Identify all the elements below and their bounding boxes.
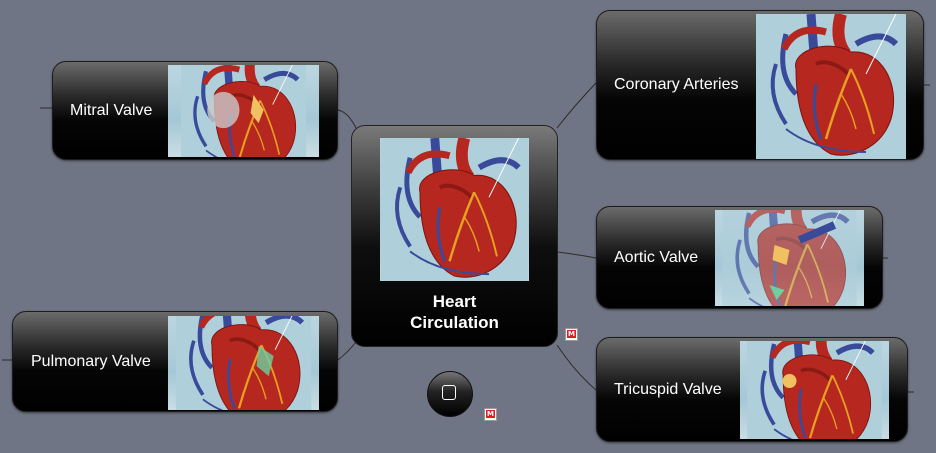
center-control-button[interactable]	[427, 371, 473, 417]
coronary-arteries-image	[756, 14, 906, 159]
node-aortic-valve[interactable]: Aortic Valve	[596, 206, 883, 309]
mindmap-file-icon[interactable]: M	[484, 408, 497, 421]
node-label: Pulmonary Valve	[31, 352, 151, 370]
node-coronary-arteries[interactable]: Coronary Arteries	[596, 10, 924, 160]
node-label: Aortic Valve	[614, 248, 699, 266]
tricuspid-valve-image	[740, 341, 889, 439]
mitral-valve-image	[168, 65, 319, 157]
node-label: Coronary Arteries	[614, 76, 739, 93]
square-icon	[442, 385, 456, 400]
node-pulmonary-valve[interactable]: Pulmonary Valve	[12, 311, 338, 412]
mindmap-file-glyph: M	[567, 330, 576, 338]
aortic-valve-image	[715, 210, 864, 306]
node-tricuspid-valve[interactable]: Tricuspid Valve	[596, 337, 908, 442]
pulmonary-valve-image	[168, 316, 319, 410]
mindmap-file-icon[interactable]: M	[565, 328, 578, 341]
node-mitral-valve[interactable]: Mitral Valve	[52, 61, 338, 160]
heart-circulation-image	[380, 138, 529, 281]
central-topic-heart-circulation[interactable]: Heart Circulation	[351, 125, 558, 347]
central-topic-title: Heart Circulation	[352, 291, 557, 333]
node-label: Tricuspid Valve	[614, 380, 722, 398]
mindmap-file-glyph: M	[486, 410, 495, 418]
central-title-line2: Circulation	[410, 313, 499, 332]
node-label: Mitral Valve	[70, 101, 153, 119]
central-title-line1: Heart	[432, 292, 477, 311]
